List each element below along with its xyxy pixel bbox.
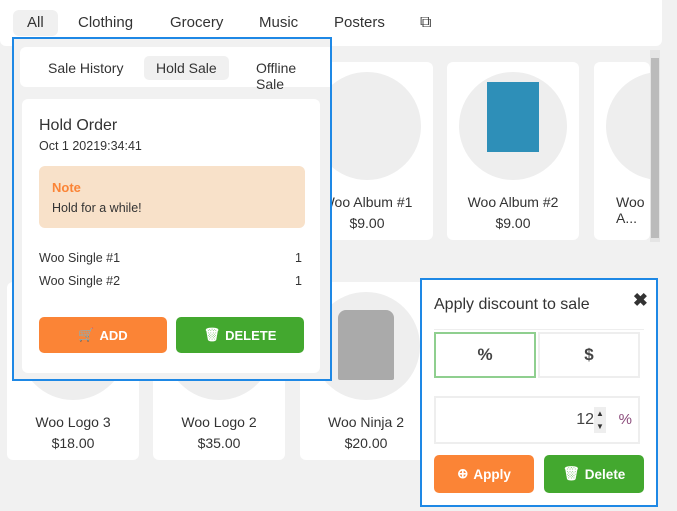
divider <box>434 329 644 330</box>
order-date: Oct 1 20219:34:41 <box>39 139 142 153</box>
album-cover <box>487 82 539 152</box>
tab-offline-sale[interactable]: Offline Sale <box>244 56 330 96</box>
unit-label: % <box>618 411 632 428</box>
delete-button[interactable]: 🗑 DELETE <box>176 317 304 353</box>
hold-order-card: Hold Order Oct 1 20219:34:41 Note Hold f… <box>22 99 320 373</box>
delete-discount-button[interactable]: 🗑 Delete <box>544 455 644 493</box>
category-music[interactable]: Music <box>245 10 312 36</box>
sale-panel: Sale History Hold Sale Offline Sale Hold… <box>12 37 332 381</box>
dollar-toggle[interactable]: $ <box>538 332 640 378</box>
percent-toggle[interactable]: % <box>434 332 536 378</box>
add-button[interactable]: 🛒 ADD <box>39 317 167 353</box>
tshirt-image <box>338 310 394 380</box>
product-card[interactable]: Woo A... <box>594 62 650 240</box>
scrollbar-thumb[interactable] <box>651 58 659 238</box>
note-label: Note <box>52 180 81 195</box>
note-box: Note Hold for a while! <box>39 166 305 228</box>
trash-icon: 🗑 <box>562 466 580 481</box>
item-qty: 1 <box>295 251 302 265</box>
trash-icon: 🗑 <box>203 327 221 342</box>
sale-tabs: Sale History Hold Sale Offline Sale <box>20 47 330 92</box>
plus-circle-icon: ⊕ <box>457 466 469 481</box>
category-all[interactable]: All <box>13 10 58 36</box>
cart-icon: 🛒 <box>78 327 95 342</box>
product-card[interactable]: Woo Album #2 $9.00 <box>447 62 579 240</box>
item-qty: 1 <box>295 274 302 288</box>
note-text: Hold for a while! <box>52 201 142 215</box>
item-name: Woo Single #2 <box>39 274 121 288</box>
item-name: Woo Single #1 <box>39 251 121 265</box>
number-stepper[interactable]: ▲ ▼ <box>594 407 606 433</box>
discount-dialog: Apply discount to sale ✖ % $ 12 ▲ ▼ % ⊕ Ap… <box>420 278 658 507</box>
category-grocery[interactable]: Grocery <box>156 10 237 36</box>
discount-input[interactable]: 12 ▲ ▼ % <box>434 396 640 444</box>
apply-button[interactable]: ⊕ Apply <box>434 455 534 493</box>
close-icon[interactable]: ✖ <box>633 290 648 311</box>
category-posters[interactable]: Posters <box>320 10 399 36</box>
tab-sale-history[interactable]: Sale History <box>36 56 135 80</box>
tab-hold-sale[interactable]: Hold Sale <box>144 56 229 80</box>
external-link-icon[interactable]: ⧉ <box>406 10 445 36</box>
order-title: Hold Order <box>39 117 118 134</box>
category-clothing[interactable]: Clothing <box>64 10 147 36</box>
dialog-title: Apply discount to sale <box>434 296 590 313</box>
